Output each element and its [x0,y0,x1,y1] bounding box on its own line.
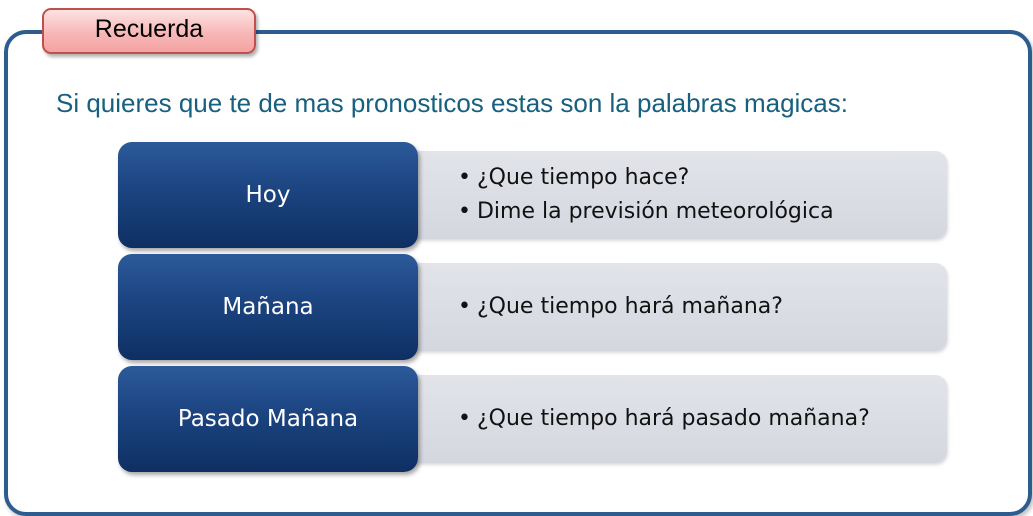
recuerda-tag: Recuerda [42,8,256,54]
row-label-text: Pasado Mañana [177,406,359,432]
bullet-dot-icon: • [458,199,471,224]
bullet-list-manana: • ¿Que tiempo hará mañana? [458,254,783,360]
bullet-dot-icon: • [458,406,471,431]
bullet-text: ¿Que tiempo hará pasado mañana? [476,406,870,431]
row-hoy: Hoy • ¿Que tiempo hace? • Dime la previsió… [118,142,948,248]
bullet-text: ¿Que tiempo hace? [476,165,690,190]
row-label-hoy: Hoy [118,142,418,248]
recuerda-tag-label: Recuerda [94,14,204,43]
row-label-text: Hoy [245,182,291,208]
row-label-pasado-manana: Pasado Mañana [118,366,418,472]
bullet-item: • ¿Que tiempo hace? [458,161,834,195]
bullet-dot-icon: • [458,165,471,190]
bullet-item: • ¿Que tiempo hará mañana? [458,290,783,324]
row-manana: Mañana • ¿Que tiempo hará mañana? [118,254,948,360]
bullet-text: Dime la previsión meteorológica [476,199,834,224]
bullet-text: ¿Que tiempo hará mañana? [476,294,783,319]
bullet-item: • Dime la previsión meteorológica [458,195,834,229]
row-label-text: Mañana [222,294,314,320]
bullet-item: • ¿Que tiempo hará pasado mañana? [458,402,870,436]
bullet-list-pasado-manana: • ¿Que tiempo hará pasado mañana? [458,366,870,472]
headline: Si quieres que te de mas pronosticos est… [56,88,848,118]
bullet-list-hoy: • ¿Que tiempo hace? • Dime la previsión me… [458,142,834,248]
row-pasado-manana: Pasado Mañana • ¿Que tiempo hará pasado m… [118,366,948,472]
row-label-manana: Mañana [118,254,418,360]
bullet-dot-icon: • [458,294,471,319]
